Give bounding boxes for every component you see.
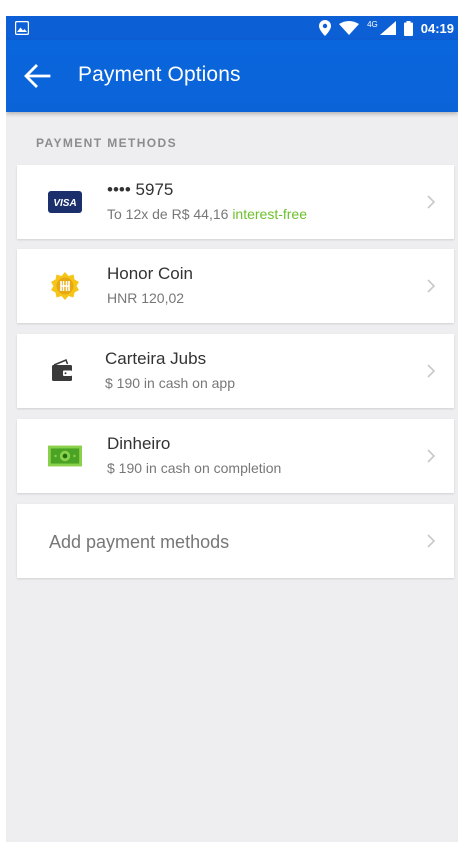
chevron-right-icon — [427, 195, 436, 209]
chevron-right-icon — [427, 534, 436, 548]
arrow-left-icon[interactable] — [22, 62, 52, 90]
payment-method-visa[interactable]: VISA •••• 5975 To 12x de R$ 44,16 intere… — [17, 165, 454, 239]
interest-free-label: interest-free — [232, 206, 308, 222]
add-payment-method-label: Add payment methods — [49, 532, 230, 552]
visa-logo-text: VISA — [53, 198, 76, 209]
payment-method-subtitle: HNR 120,02 — [107, 290, 185, 306]
page-title: Payment Options — [78, 63, 241, 86]
app-bar: Payment Options — [6, 40, 458, 112]
payment-method-title: Honor Coin — [107, 264, 193, 283]
wallet-icon — [45, 356, 79, 386]
location-icon — [319, 20, 332, 36]
status-bar: 4G 04:19 — [6, 16, 458, 40]
chevron-right-icon — [427, 364, 436, 378]
payment-method-honor-coin[interactable]: Honor Coin HNR 120,02 — [17, 249, 454, 323]
payment-method-subtitle: $ 190 in cash on app — [105, 375, 235, 391]
payment-method-subtitle: $ 190 in cash on completion — [107, 460, 282, 476]
payment-method-wallet[interactable]: Carteira Jubs $ 190 in cash on app — [17, 334, 454, 408]
payment-method-title: •••• 5975 — [107, 180, 174, 199]
add-payment-method-button[interactable]: Add payment methods — [17, 504, 454, 578]
cash-bill-icon — [48, 441, 82, 471]
payment-method-subtitle: To 12x de R$ 44,16 interest-free — [107, 206, 307, 222]
payment-method-cash[interactable]: Dinheiro $ 190 in cash on completion — [17, 419, 454, 493]
status-time: 04:19 — [420, 20, 454, 36]
visa-card-icon: VISA — [48, 187, 82, 217]
network-type-label: 4G — [367, 19, 378, 29]
wifi-icon — [339, 21, 360, 35]
screen: 4G 04:19 Payment Options PAYMENT METHODS… — [6, 16, 458, 842]
payment-method-title: Dinheiro — [107, 434, 171, 453]
signal-icon — [379, 21, 396, 35]
payment-method-title: Carteira Jubs — [105, 349, 207, 368]
status-icons: 4G 04:19 — [319, 16, 458, 40]
chevron-right-icon — [427, 449, 436, 463]
honor-coin-icon — [48, 271, 82, 301]
installment-text: To 12x de R$ 44,16 — [107, 206, 229, 222]
chevron-right-icon — [427, 279, 436, 293]
section-header: PAYMENT METHODS — [36, 136, 178, 150]
gallery-icon — [15, 21, 29, 35]
battery-icon — [403, 20, 413, 36]
